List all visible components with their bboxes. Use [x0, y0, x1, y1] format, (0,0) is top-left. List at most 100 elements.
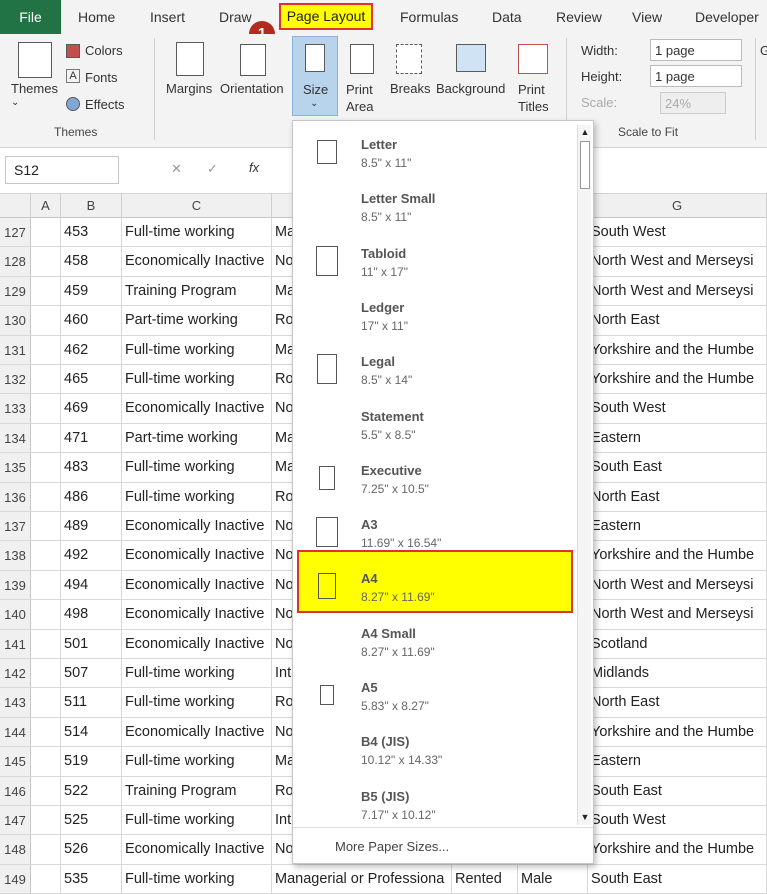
paper-size-option[interactable]: Legal 8.5" x 14"	[293, 342, 577, 396]
width-select[interactable]: 1 page	[650, 39, 742, 61]
tab-review[interactable]: Review	[556, 0, 602, 34]
cell-b[interactable]: 498	[61, 600, 122, 629]
tab-formulas[interactable]: Formulas	[400, 0, 458, 34]
column-header-c[interactable]: C	[122, 194, 272, 218]
cell-b[interactable]: 469	[61, 394, 122, 423]
paper-size-option[interactable]: Tabloid 11" x 17"	[293, 234, 577, 288]
cell-c[interactable]: Full-time working	[122, 335, 272, 364]
height-select[interactable]: 1 page	[650, 65, 742, 87]
cell-g[interactable]: Eastern	[588, 747, 767, 776]
row-number[interactable]: 145	[0, 747, 31, 776]
tab-file[interactable]: File	[0, 0, 61, 34]
cell-g[interactable]: South East	[588, 776, 767, 805]
cell-c[interactable]: Economically Inactive	[122, 394, 272, 423]
cell-d[interactable]: Managerial or Professiona	[272, 864, 452, 894]
cell-g[interactable]: South West	[588, 806, 767, 835]
cell-b[interactable]: 471	[61, 423, 122, 453]
cell-b[interactable]: 453	[61, 218, 122, 247]
cell-a[interactable]	[31, 247, 61, 276]
paper-size-option[interactable]: Letter Small 8.5" x 11"	[293, 179, 577, 233]
scroll-down-icon[interactable]: ▼	[578, 810, 592, 824]
cell-g[interactable]: Yorkshire and the Humbe	[588, 717, 767, 747]
cell-g[interactable]: North East	[588, 482, 767, 511]
enter-icon[interactable]: ✓	[207, 161, 218, 177]
cell-b[interactable]: 511	[61, 688, 122, 717]
cell-c[interactable]: Economically Inactive	[122, 600, 272, 629]
cell-b[interactable]: 458	[61, 247, 122, 276]
cell-g[interactable]: North West and Merseysi	[588, 570, 767, 600]
row-number[interactable]: 129	[0, 276, 31, 306]
tab-home[interactable]: Home	[78, 0, 115, 34]
cell-a[interactable]	[31, 482, 61, 511]
cell-c[interactable]: Part-time working	[122, 423, 272, 453]
column-header-b[interactable]: B	[61, 194, 122, 218]
cell-b[interactable]: 465	[61, 365, 122, 394]
cell-g[interactable]: North East	[588, 306, 767, 335]
cell-c[interactable]: Full-time working	[122, 365, 272, 394]
cell-a[interactable]	[31, 335, 61, 364]
cell-b[interactable]: 459	[61, 276, 122, 306]
cell-b[interactable]: 489	[61, 512, 122, 541]
themes-button[interactable]: Themes	[11, 81, 58, 96]
row-number[interactable]: 143	[0, 688, 31, 717]
cell-f[interactable]: Male	[518, 864, 588, 894]
column-header-a[interactable]: A	[31, 194, 61, 218]
cell-a[interactable]	[31, 717, 61, 747]
select-all-corner[interactable]	[0, 194, 31, 218]
cell-a[interactable]	[31, 423, 61, 453]
cell-c[interactable]: Economically Inactive	[122, 570, 272, 600]
cell-c[interactable]: Full-time working	[122, 864, 272, 894]
cell-g[interactable]: Midlands	[588, 659, 767, 688]
paper-size-option[interactable]: Letter 8.5" x 11"	[293, 125, 577, 179]
paper-size-option[interactable]: Executive 7.25" x 10.5"	[293, 451, 577, 505]
cell-b[interactable]: 519	[61, 747, 122, 776]
tab-data[interactable]: Data	[492, 0, 522, 34]
cell-a[interactable]	[31, 541, 61, 570]
cell-g[interactable]: North West and Merseysi	[588, 600, 767, 629]
cell-c[interactable]: Training Program	[122, 776, 272, 805]
cell-a[interactable]	[31, 453, 61, 482]
cell-b[interactable]: 483	[61, 453, 122, 482]
tab-page-layout[interactable]: Page Layout	[279, 3, 373, 30]
row-number[interactable]: 130	[0, 306, 31, 335]
column-header-g[interactable]: G	[588, 194, 767, 218]
cell-a[interactable]	[31, 394, 61, 423]
paper-size-option[interactable]: A4 8.27" x 11.69"	[293, 559, 577, 613]
cell-g[interactable]: Yorkshire and the Humbe	[588, 335, 767, 364]
row-number[interactable]: 127	[0, 218, 31, 247]
cell-a[interactable]	[31, 276, 61, 306]
cell-g[interactable]: Eastern	[588, 512, 767, 541]
paper-size-option[interactable]: A4 Small 8.27" x 11.69"	[293, 614, 577, 668]
cell-b[interactable]: 501	[61, 629, 122, 658]
cell-e[interactable]: Rented	[452, 864, 518, 894]
background-button[interactable]: Background	[436, 81, 505, 96]
cell-b[interactable]: 525	[61, 806, 122, 835]
print-area-button[interactable]: Print Area	[346, 81, 386, 115]
cell-b[interactable]: 514	[61, 717, 122, 747]
cell-a[interactable]	[31, 306, 61, 335]
cell-g[interactable]: South West	[588, 394, 767, 423]
tab-draw[interactable]: Draw	[219, 0, 252, 34]
orientation-button[interactable]: Orientation	[220, 81, 284, 96]
insert-function-icon[interactable]: fx	[249, 160, 259, 175]
name-box[interactable]: S12	[5, 156, 119, 184]
row-number[interactable]: 137	[0, 512, 31, 541]
cell-a[interactable]	[31, 864, 61, 894]
row-number[interactable]: 149	[0, 864, 31, 894]
breaks-button[interactable]: Breaks	[390, 81, 430, 96]
paper-size-option[interactable]: Statement 5.5" x 8.5"	[293, 397, 577, 451]
row-number[interactable]: 132	[0, 365, 31, 394]
cell-c[interactable]: Part-time working	[122, 306, 272, 335]
cell-a[interactable]	[31, 600, 61, 629]
cell-c[interactable]: Economically Inactive	[122, 717, 272, 747]
row-number[interactable]: 131	[0, 335, 31, 364]
row-number[interactable]: 133	[0, 394, 31, 423]
row-number[interactable]: 146	[0, 776, 31, 805]
scrollbar-thumb[interactable]	[580, 141, 590, 189]
cell-c[interactable]: Full-time working	[122, 453, 272, 482]
row-number[interactable]: 135	[0, 453, 31, 482]
cell-b[interactable]: 507	[61, 659, 122, 688]
row-number[interactable]: 138	[0, 541, 31, 570]
cell-b[interactable]: 494	[61, 570, 122, 600]
cell-g[interactable]: North West and Merseysi	[588, 276, 767, 306]
